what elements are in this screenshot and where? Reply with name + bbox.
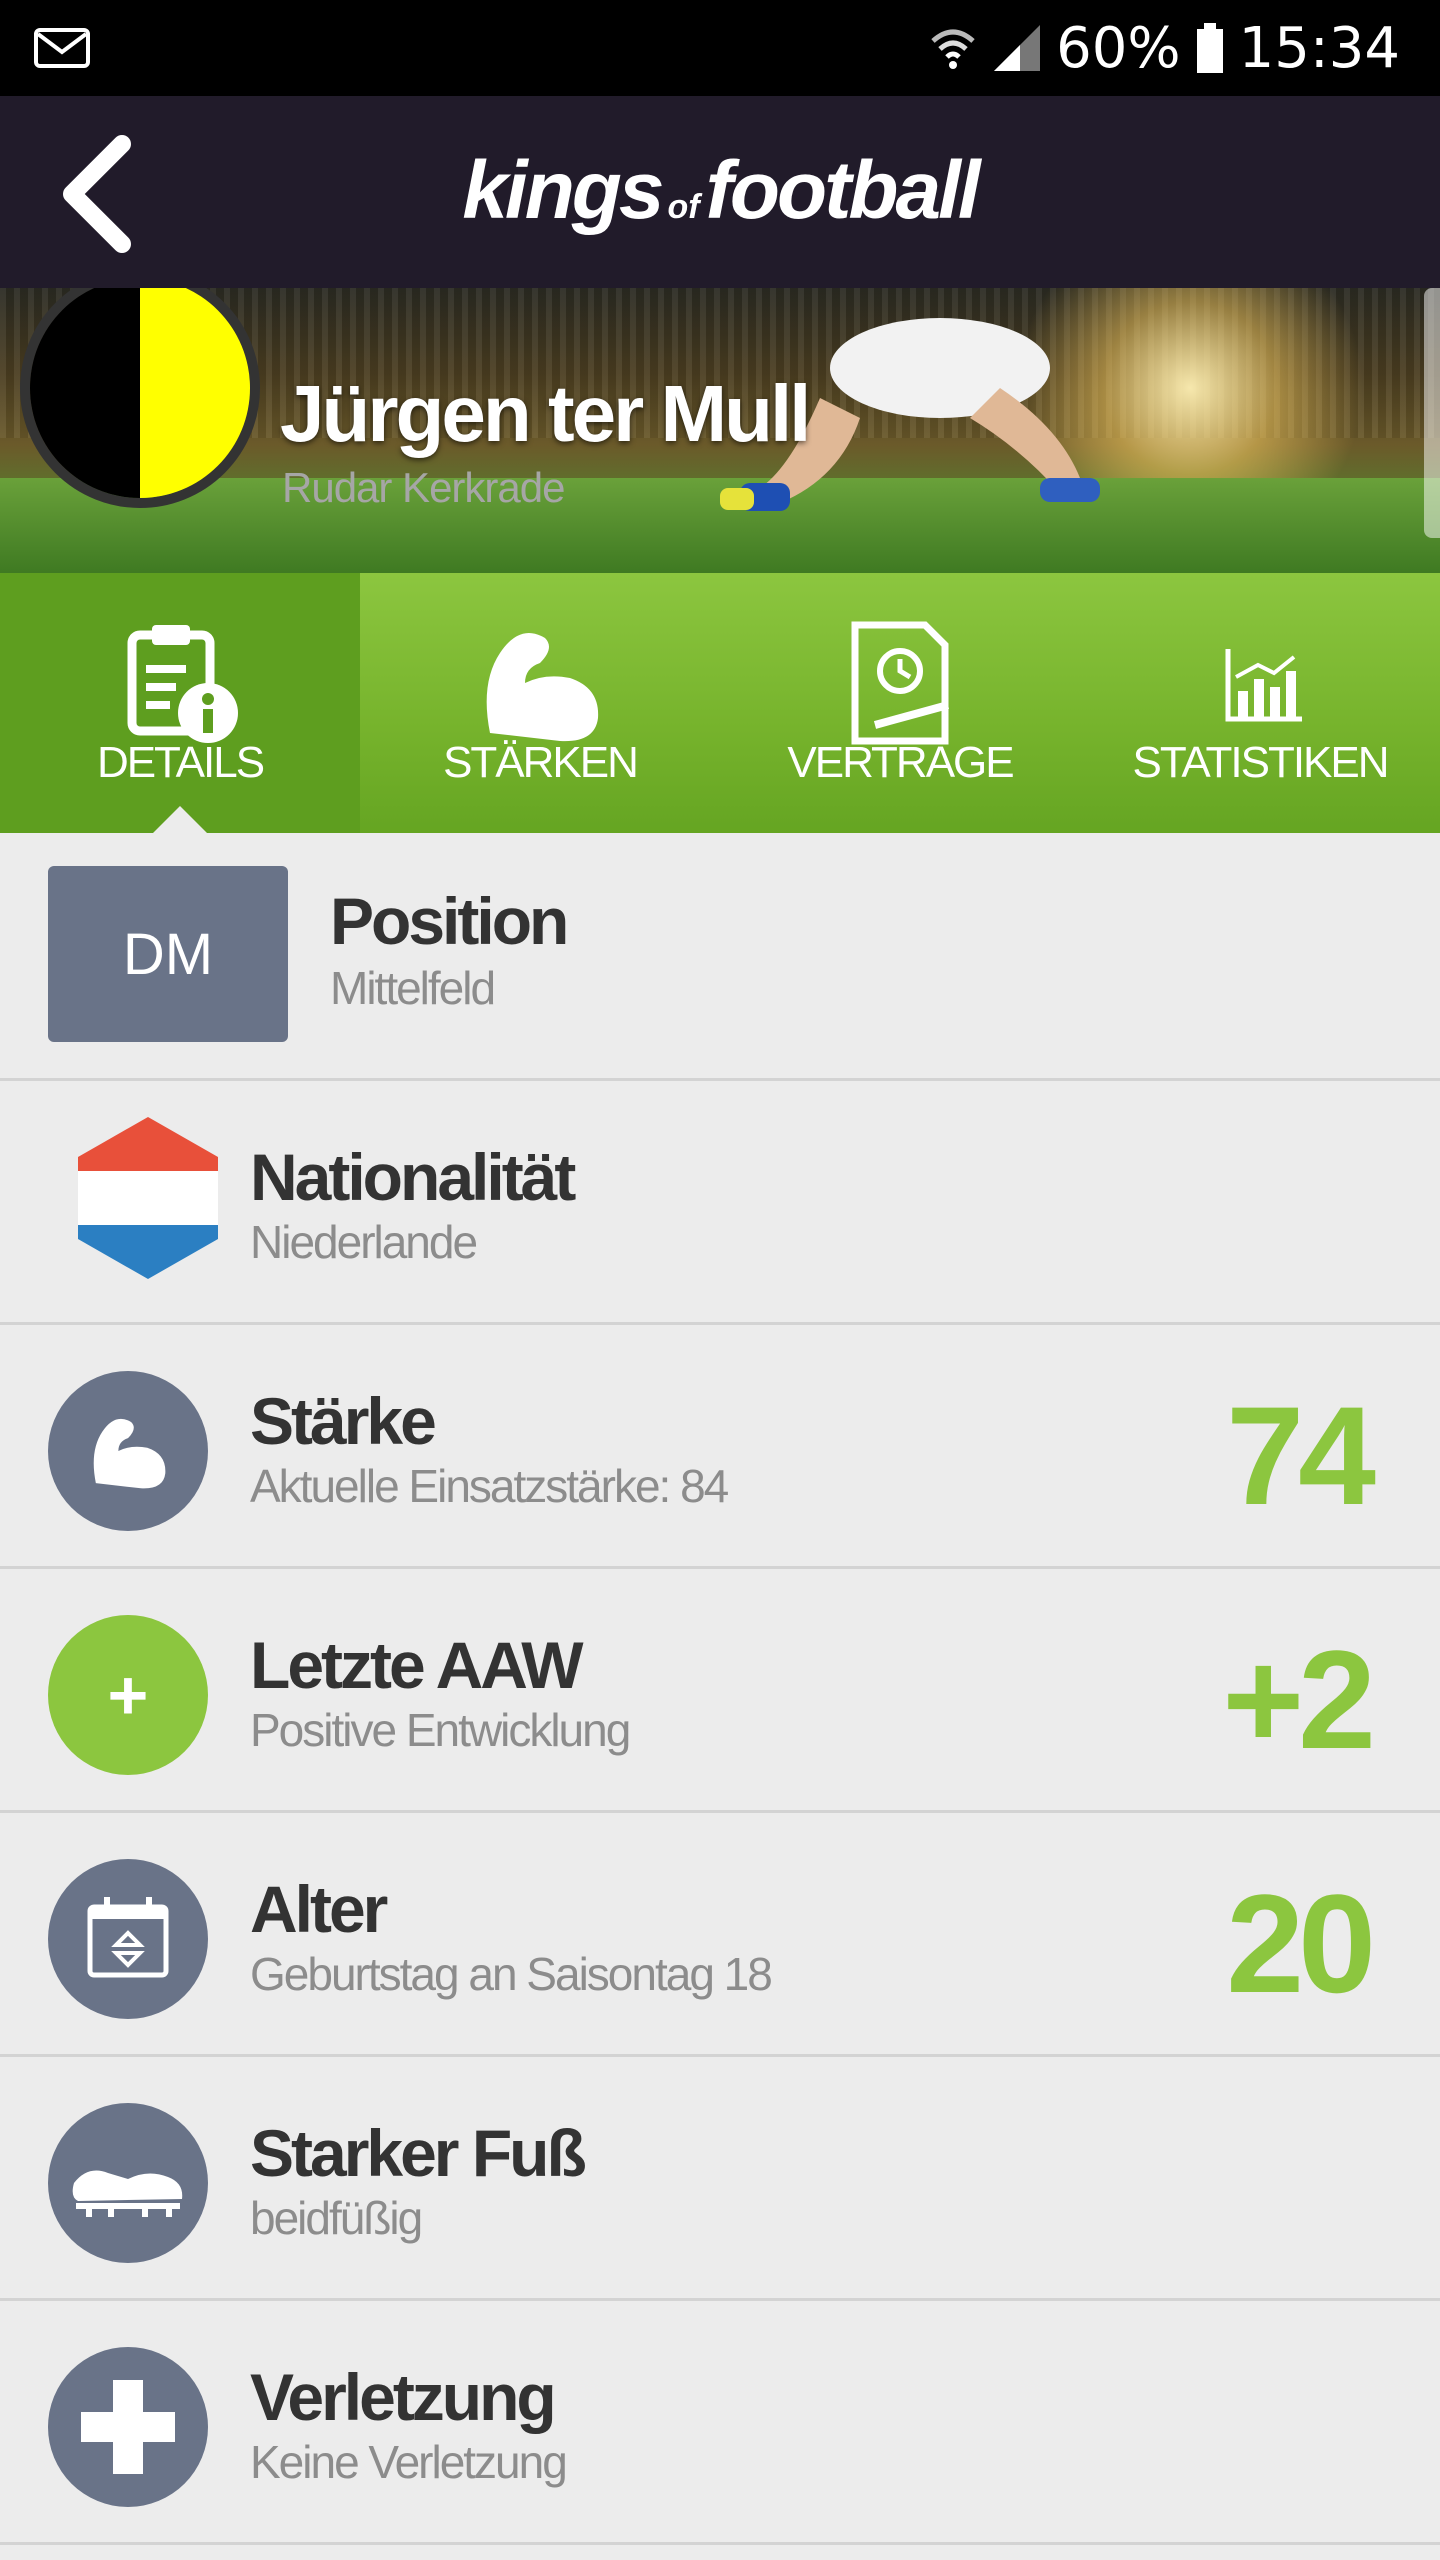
injury-icon-circle bbox=[48, 2347, 208, 2507]
details-list: DM Position Mittelfeld Nationalität Nied… bbox=[0, 833, 1440, 2545]
clock: 15:34 bbox=[1238, 15, 1400, 81]
nationality-title: Nationalität bbox=[250, 1140, 576, 1214]
age-title: Alter bbox=[250, 1872, 388, 1946]
tab-statistics[interactable]: STATISTIKEN bbox=[1080, 573, 1440, 833]
football-boot-icon bbox=[72, 2170, 183, 2217]
aaw-subtitle: Positive Entwicklung bbox=[250, 1704, 631, 1756]
contract-icon bbox=[851, 621, 950, 745]
age-subtitle: Geburtstag an Saisontag 18 bbox=[250, 1948, 773, 2000]
plus-icon: + bbox=[48, 1615, 208, 1775]
tab-statistics-label: STATISTIKEN bbox=[1132, 738, 1389, 787]
nationality-value: Niederlande bbox=[250, 1216, 478, 1268]
tab-strengths-label: STÄRKEN bbox=[443, 738, 639, 787]
battery-icon bbox=[1196, 23, 1223, 73]
aaw-title: Letzte AAW bbox=[250, 1628, 584, 1702]
aaw-value: +2 bbox=[1222, 1621, 1376, 1778]
list-item-position[interactable]: DM Position Mittelfeld bbox=[0, 833, 1440, 1081]
muscle-icon bbox=[93, 1418, 166, 1489]
player-banner: Jürgen ter Mull Rudar Kerkrade bbox=[0, 288, 1440, 573]
strength-title: Stärke bbox=[250, 1384, 437, 1458]
list-item-age[interactable]: Alter Geburtstag an Saisontag 18 20 bbox=[0, 1813, 1440, 2057]
app-header: kings offootball bbox=[0, 96, 1440, 288]
strength-icon-circle bbox=[48, 1371, 208, 1531]
calendar-icon bbox=[87, 1897, 169, 1978]
player-name: Jürgen ter Mull bbox=[280, 369, 811, 458]
netherlands-flag-icon bbox=[78, 1117, 218, 1279]
age-icon-circle bbox=[48, 1859, 208, 2019]
position-title: Position bbox=[330, 884, 569, 958]
list-item-nationality[interactable]: Nationalität Niederlande bbox=[0, 1081, 1440, 1325]
tab-bar: DETAILS STÄRKEN VERTRÄGE STATISTIKEN bbox=[0, 573, 1440, 834]
strength-value: 74 bbox=[1226, 1377, 1376, 1534]
list-item-injury[interactable]: Verletzung Keine Verletzung bbox=[0, 2301, 1440, 2545]
battery-percent: 60% bbox=[1056, 15, 1181, 81]
club-crest bbox=[20, 288, 260, 508]
tab-strengths[interactable]: STÄRKEN bbox=[360, 573, 720, 833]
wifi-icon bbox=[931, 29, 975, 69]
scrollbar[interactable] bbox=[1424, 288, 1440, 538]
tab-details-label: DETAILS bbox=[96, 738, 265, 787]
stats-icon bbox=[1225, 649, 1302, 722]
list-item-strength[interactable]: Stärke Aktuelle Einsatzstärke: 84 74 bbox=[0, 1325, 1440, 1569]
status-bar: 60% 15:34 bbox=[0, 0, 1440, 96]
club-name: Rudar Kerkrade bbox=[282, 464, 565, 511]
details-icon bbox=[127, 625, 238, 743]
foot-title: Starker Fuß bbox=[250, 2116, 587, 2190]
list-item-last-aaw[interactable]: + Letzte AAW Positive Entwicklung +2 bbox=[0, 1569, 1440, 1813]
age-value: 20 bbox=[1226, 1865, 1376, 2022]
tab-contracts-label: VERTRÄGE bbox=[787, 738, 1014, 787]
position-value: Mittelfeld bbox=[330, 962, 496, 1014]
list-item-strong-foot[interactable]: Starker Fuß beidfüßig bbox=[0, 2057, 1440, 2301]
tab-contracts[interactable]: VERTRÄGE bbox=[720, 573, 1080, 833]
foot-value: beidfüßig bbox=[250, 2192, 423, 2244]
foot-icon-circle bbox=[48, 2103, 208, 2263]
mail-icon bbox=[34, 28, 90, 68]
injury-title: Verletzung bbox=[250, 2360, 557, 2434]
strength-subtitle: Aktuelle Einsatzstärke: 84 bbox=[250, 1460, 729, 1512]
signal-icon bbox=[994, 25, 1041, 71]
tab-details[interactable]: DETAILS bbox=[0, 573, 360, 834]
app-logo: kings offootball bbox=[462, 145, 980, 236]
position-badge: DM bbox=[48, 866, 288, 1042]
injury-value: Keine Verletzung bbox=[250, 2436, 568, 2488]
muscle-icon bbox=[486, 633, 599, 742]
medical-cross-icon bbox=[81, 2380, 175, 2474]
